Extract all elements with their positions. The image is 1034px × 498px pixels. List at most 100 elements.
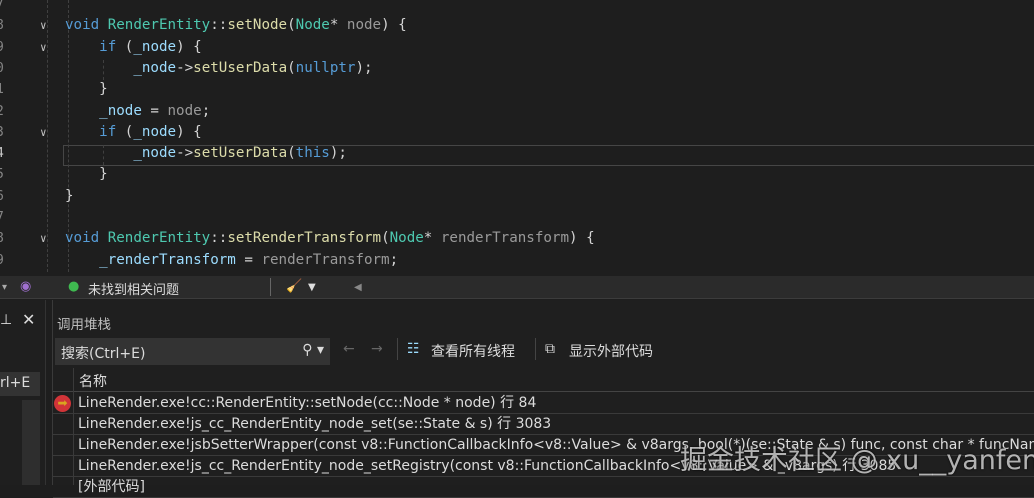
code-token: RenderEntity: [107, 17, 211, 34]
line-number: 9: [0, 250, 8, 271]
copilot-icon[interactable]: ◉: [20, 279, 31, 294]
call-stack-frame[interactable]: [外部代码]: [53, 477, 1034, 498]
code-token: node: [346, 17, 382, 34]
pin-icon[interactable]: ⊥: [0, 312, 12, 328]
code-line[interactable]: 7: [0, 207, 1034, 228]
close-icon[interactable]: ✕: [22, 310, 35, 329]
code-token: _node: [133, 59, 177, 76]
code-line[interactable]: 5 }: [0, 164, 1034, 185]
line-number: 6: [0, 186, 8, 207]
code-text: }: [65, 164, 108, 185]
code-token: setRenderTransform: [227, 230, 382, 247]
code-line[interactable]: 7: [0, 0, 1034, 15]
left-tool-panel: ⊥ ✕ rl+E: [0, 300, 46, 485]
code-token: ->: [176, 59, 194, 76]
frame-text: LineRender.exe!js_cc_RenderEntity_node_s…: [78, 416, 552, 432]
line-number: 5: [0, 164, 8, 185]
code-token: (: [287, 59, 296, 76]
code-text: _node->setUserData(nullptr);: [65, 58, 373, 79]
call-stack-frame[interactable]: ➡ LineRender.exe!cc::RenderEntity::setNod…: [53, 393, 1034, 414]
code-token: setUserData: [193, 145, 288, 162]
line-number: 7: [0, 0, 8, 15]
code-text: _node->setUserData(this);: [65, 143, 347, 164]
code-token: =: [235, 251, 262, 268]
view-all-threads-button[interactable]: 查看所有线程: [431, 341, 515, 361]
code-token: setUserData: [193, 59, 288, 76]
code-token: RenderEntity: [107, 230, 211, 247]
issues-status[interactable]: 未找到相关问题: [88, 279, 179, 298]
dropdown-icon[interactable]: ▾: [2, 282, 7, 293]
code-line[interactable]: 4 _node->setUserData(this);: [0, 143, 1034, 164]
code-token: void: [65, 17, 108, 34]
current-frame-arrow-icon: ➡: [54, 395, 71, 412]
chevron-down-icon[interactable]: ▼: [308, 282, 316, 293]
code-token: this: [295, 145, 330, 162]
line-number: 9: [0, 37, 8, 58]
watermark: 掘金技术社区 @ xu__yanfeng: [680, 445, 1034, 476]
line-number: 2: [0, 101, 8, 122]
code-editor[interactable]: 78∨void RenderEntity::setNode(Node* node…: [0, 0, 1034, 276]
code-line[interactable]: 1 }: [0, 79, 1034, 100]
code-token: =: [141, 102, 168, 119]
fold-chevron-icon[interactable]: ∨: [40, 122, 47, 143]
line-number: 1: [0, 79, 8, 100]
broom-icon[interactable]: 🧹: [286, 279, 302, 294]
code-token: void: [65, 230, 108, 247]
code-token: node: [167, 102, 202, 119]
left-search-input[interactable]: rl+E: [0, 372, 40, 396]
code-token: (: [381, 230, 390, 247]
code-token: ) {: [176, 38, 202, 55]
line-number: 7: [0, 207, 8, 228]
code-token: if: [99, 38, 117, 55]
code-token: );: [329, 145, 347, 162]
scrollbar[interactable]: [22, 400, 40, 485]
code-line[interactable]: 9 _renderTransform = renderTransform;: [0, 250, 1034, 271]
code-text: _node = node;: [65, 101, 210, 122]
column-name[interactable]: 名称: [79, 371, 107, 391]
search-icon[interactable]: ⚲ ▾: [302, 342, 324, 358]
code-line[interactable]: 3 ∨ if (_node) {: [0, 122, 1034, 143]
scroll-left-icon[interactable]: ◀: [354, 282, 362, 293]
code-token: Node: [389, 230, 424, 247]
fold-chevron-icon[interactable]: ∨: [40, 15, 47, 36]
code-token: Node: [295, 17, 330, 34]
code-line[interactable]: 2 _node = node;: [0, 101, 1034, 122]
code-token: ;: [389, 251, 399, 268]
code-token: ->: [176, 145, 194, 162]
code-token: renderTransform: [440, 230, 569, 247]
fold-chevron-icon[interactable]: ∨: [40, 37, 47, 58]
search-input[interactable]: 搜索(Ctrl+E) ⚲ ▾: [55, 338, 330, 365]
code-token: ::: [210, 17, 228, 34]
code-text: }: [65, 186, 74, 207]
code-token: (: [287, 145, 296, 162]
code-line[interactable]: 8 ∨ void RenderEntity::setNode(Node* node)…: [0, 15, 1034, 36]
forward-arrow-icon[interactable]: →: [371, 341, 383, 357]
show-external-code-button[interactable]: 显示外部代码: [569, 341, 653, 361]
line-number: 3: [0, 122, 8, 143]
code-line[interactable]: 9 ∨ if (_node) {: [0, 37, 1034, 58]
code-line[interactable]: 8 ∨ void RenderEntity::setRenderTransform(…: [0, 228, 1034, 249]
code-text: }: [65, 79, 108, 100]
code-line[interactable]: 6}: [0, 186, 1034, 207]
column-header[interactable]: 名称: [53, 368, 1034, 392]
frame-text: [外部代码]: [78, 479, 145, 495]
call-stack-frame[interactable]: LineRender.exe!js_cc_RenderEntity_node_s…: [53, 414, 1034, 435]
back-arrow-icon[interactable]: ←: [343, 341, 355, 357]
code-token: }: [65, 187, 74, 204]
divider: [270, 278, 271, 296]
code-token: );: [355, 59, 373, 76]
code-token: if: [99, 123, 117, 140]
code-text: void RenderEntity::setNode(Node* node) {: [65, 15, 407, 36]
code-line[interactable]: 0 _node->setUserData(nullptr);: [0, 58, 1034, 79]
fold-chevron-icon[interactable]: ∨: [40, 228, 47, 249]
code-token: (: [287, 17, 296, 34]
code-token: *: [329, 17, 347, 34]
code-token: (: [116, 123, 134, 140]
code-token: *: [423, 230, 441, 247]
external-code-icon[interactable]: ⧉: [545, 341, 555, 357]
threads-icon[interactable]: ☷: [407, 341, 420, 357]
code-text: void RenderEntity::setRenderTransform(No…: [65, 228, 595, 249]
code-token: _node: [133, 123, 177, 140]
